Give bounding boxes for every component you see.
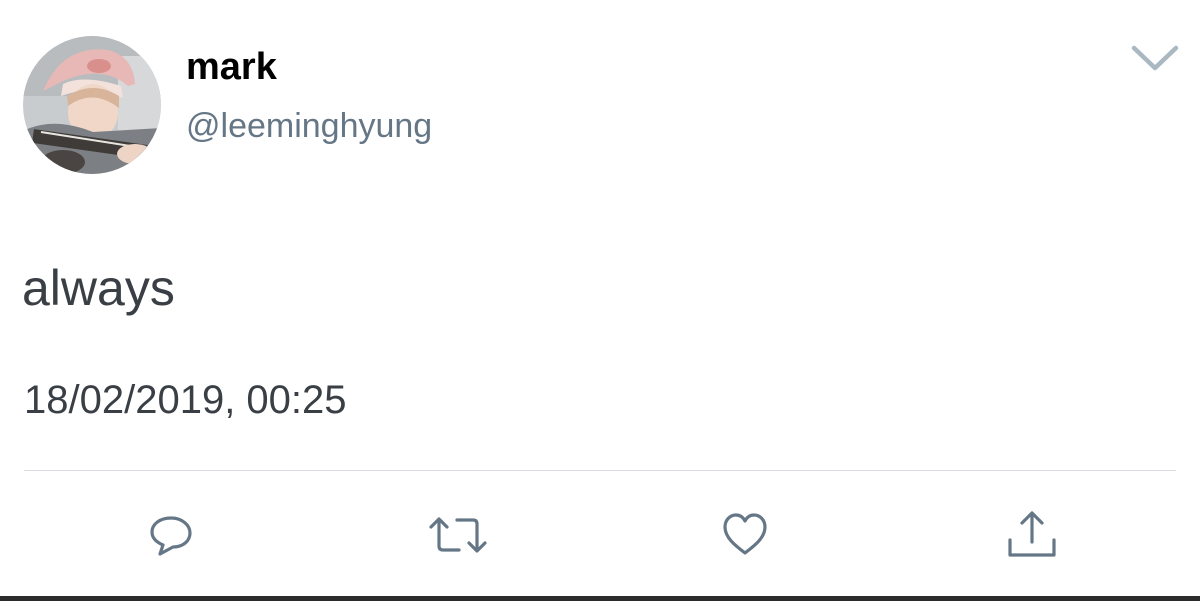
divider bbox=[24, 470, 1176, 471]
bottom-edge bbox=[0, 596, 1200, 601]
chevron-down-icon[interactable] bbox=[1130, 40, 1180, 74]
retweet-icon bbox=[429, 517, 487, 553]
heart-icon bbox=[723, 513, 767, 555]
reply-button[interactable] bbox=[146, 510, 196, 560]
display-name[interactable]: mark bbox=[186, 42, 277, 92]
username-handle[interactable]: @leeminghyung bbox=[186, 104, 432, 148]
share-button[interactable] bbox=[1004, 510, 1056, 560]
avatar-image bbox=[23, 36, 161, 174]
tweet-text: always bbox=[22, 260, 175, 316]
retweet-button[interactable] bbox=[428, 510, 487, 560]
avatar[interactable] bbox=[23, 36, 161, 174]
tweet-timestamp[interactable]: 18/02/2019, 00:25 bbox=[24, 374, 347, 426]
reply-icon bbox=[150, 516, 192, 556]
tweet-card: mark @leeminghyung always 18/02/2019, 00… bbox=[0, 0, 1200, 601]
share-icon bbox=[1008, 511, 1056, 557]
like-button[interactable] bbox=[720, 510, 770, 560]
